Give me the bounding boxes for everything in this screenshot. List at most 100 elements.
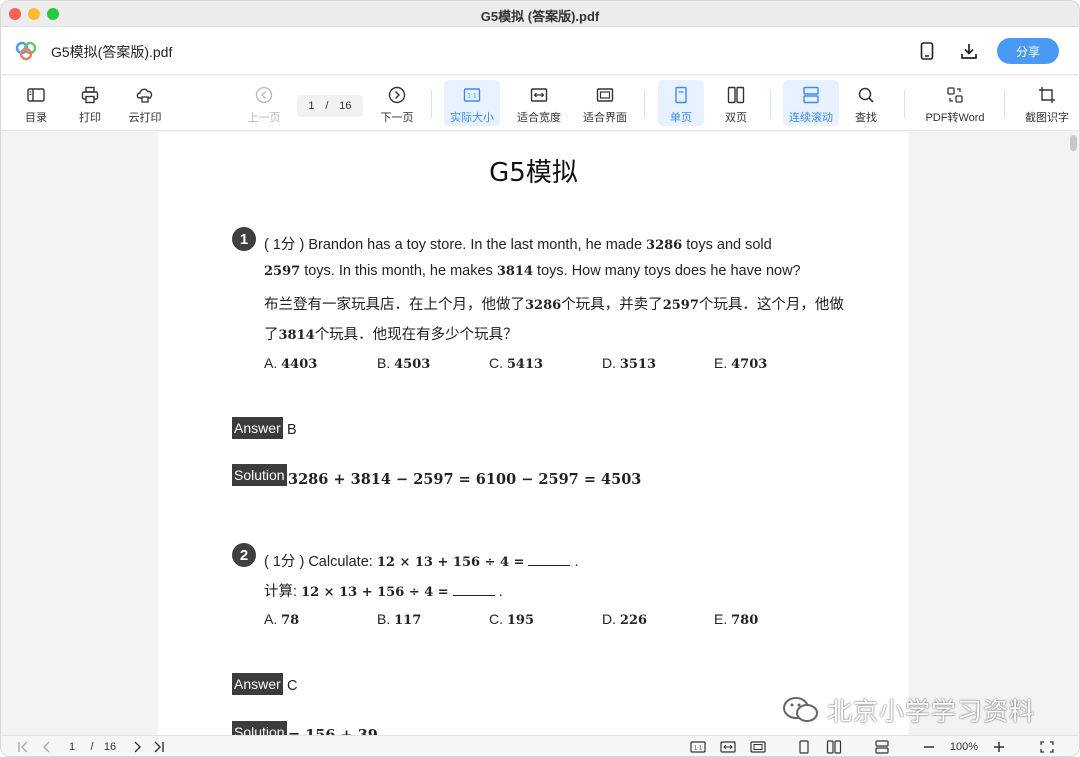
answer-tag: Answer	[232, 417, 283, 439]
chevron-left-icon	[43, 741, 50, 753]
answer-blank	[452, 584, 495, 596]
document-viewport[interactable]: G5模拟 1 ( 1分 ) Brandon has a toy store. I…	[1, 132, 1079, 735]
option: C. 195	[489, 611, 535, 628]
single-page-button[interactable]: 单页	[658, 80, 704, 126]
prev-page-button[interactable]: 上一页	[244, 80, 284, 126]
status-current-page[interactable]: 1	[65, 739, 79, 755]
toc-button[interactable]: 目录	[19, 80, 53, 126]
page-separator: /	[325, 100, 329, 112]
option: E. 780	[714, 611, 759, 628]
question-text-cn: 个玩具．这个月，他做	[698, 297, 844, 313]
main-toolbar: 目录 打印 云打印 上一页 1 / 16 下一页 1:1 实际大小 适合宽度 适…	[1, 76, 1079, 131]
double-page-button[interactable]: 双页	[715, 80, 757, 126]
question-text: toys. How many toys does he have now?	[533, 263, 801, 279]
answer-tag: Answer	[232, 673, 283, 695]
fit-width-small-button[interactable]	[719, 739, 737, 755]
zoom-out-button[interactable]	[921, 739, 937, 755]
next-page-small-button[interactable]	[129, 739, 145, 755]
mobile-view-button[interactable]	[915, 39, 939, 63]
download-icon	[961, 44, 977, 59]
cloud-print-label: 云打印	[128, 112, 162, 124]
window-title: G5模拟 (答案版).pdf	[480, 9, 600, 24]
total-pages: 16	[339, 100, 352, 112]
pdf-to-word-button[interactable]: PDF转Word	[919, 80, 991, 126]
single-page-small-button[interactable]	[795, 739, 813, 755]
prev-page-small-button[interactable]	[39, 739, 55, 755]
number: 3286	[646, 238, 683, 253]
fit-page-icon	[596, 88, 614, 102]
fit-page-small-button[interactable]	[749, 739, 767, 755]
page-title: G5模拟	[489, 158, 578, 188]
question-number-badge: 1	[232, 227, 256, 251]
question-text: toys and sold	[682, 237, 772, 253]
title-bar: G5模拟 (答案版).pdf	[1, 1, 1079, 27]
fullscreen-button[interactable]	[1039, 739, 1055, 755]
fit-page-label: 适合界面	[583, 112, 627, 124]
double-page-small-button[interactable]	[825, 739, 843, 755]
download-button[interactable]	[957, 39, 981, 63]
last-page-button[interactable]	[151, 739, 167, 755]
answer-value: B	[287, 422, 297, 438]
continuous-scroll-icon	[803, 86, 819, 104]
solution-tag: Solution	[232, 464, 287, 486]
svg-text:1:1: 1:1	[467, 93, 477, 100]
next-page-label: 下一页	[380, 112, 414, 124]
next-page-button[interactable]: 下一页	[376, 80, 418, 126]
first-page-button[interactable]	[15, 739, 31, 755]
fit-page-icon	[750, 741, 766, 753]
first-page-icon	[18, 741, 28, 753]
option: B. 117	[377, 611, 422, 628]
number: 3286	[525, 298, 562, 313]
number: 3814	[278, 328, 315, 343]
toc-label: 目录	[25, 112, 47, 124]
single-page-icon	[799, 740, 809, 754]
question-line: 2597 toys. In this month, he makes 3814 …	[264, 263, 801, 279]
continuous-scroll-icon	[875, 740, 889, 754]
number: 2597	[264, 264, 301, 279]
number: 2597	[662, 298, 699, 313]
pdf-to-word-label: PDF转Word	[925, 112, 985, 124]
print-button[interactable]: 打印	[73, 80, 107, 126]
phone-icon	[920, 42, 934, 60]
crop-icon	[1039, 87, 1055, 103]
question-line-cn: 了3814个玩具．他现在有多少个玩具？	[264, 323, 518, 344]
toolbar-divider	[904, 90, 905, 118]
pdf-page: G5模拟 1 ( 1分 ) Brandon has a toy store. I…	[158, 132, 909, 735]
search-button[interactable]: 查找	[847, 80, 885, 126]
answer-blank	[528, 554, 571, 566]
question-score: ( 1分 )	[264, 237, 305, 253]
chevron-right-circle-icon	[388, 86, 406, 104]
ocr-button[interactable]: 截图识字	[1019, 80, 1075, 126]
question-text-cn: 布兰登有一家玩具店．在上个月，他做了	[264, 297, 525, 313]
sidebar-icon	[27, 88, 45, 102]
fit-page-button[interactable]: 适合界面	[579, 80, 631, 126]
share-button[interactable]: 分享	[997, 38, 1059, 64]
zoom-level[interactable]: 100%	[945, 739, 983, 755]
actual-size-button[interactable]: 1:1 实际大小	[444, 80, 500, 126]
option: D. 3513	[602, 355, 657, 372]
question-line: ( 1分 ) Brandon has a toy store. In the l…	[264, 233, 772, 254]
continuous-scroll-button[interactable]: 连续滚动	[783, 80, 839, 126]
page-number-input[interactable]: 1 / 16	[297, 95, 363, 117]
option: A. 78	[264, 611, 300, 628]
continuous-scroll-label: 连续滚动	[789, 112, 833, 124]
last-page-icon	[154, 741, 164, 753]
continuous-scroll-small-button[interactable]	[873, 739, 891, 755]
solution-value: = 156 + 39	[288, 727, 378, 735]
option: C. 5413	[489, 355, 544, 372]
actual-size-label: 实际大小	[450, 112, 494, 124]
actual-size-small-button[interactable]: 1:1	[689, 739, 707, 755]
vertical-scrollbar[interactable]	[1070, 135, 1077, 151]
actual-size-icon: 1:1	[463, 88, 481, 102]
toolbar-divider	[431, 90, 432, 118]
double-page-icon	[727, 86, 745, 104]
status-page-separator: /	[90, 741, 94, 753]
cloud-printer-icon	[136, 88, 153, 103]
option: A. 4403	[264, 355, 318, 372]
question-line: ( 1分 ) Calculate: 12 × 13 + 156 ÷ 4 = .	[264, 554, 579, 570]
fullscreen-icon	[1040, 741, 1054, 753]
zoom-in-button[interactable]	[991, 739, 1007, 755]
cloud-print-button[interactable]: 云打印	[123, 80, 167, 126]
fit-width-button[interactable]: 适合宽度	[513, 80, 565, 126]
answer-value: C	[287, 678, 298, 694]
